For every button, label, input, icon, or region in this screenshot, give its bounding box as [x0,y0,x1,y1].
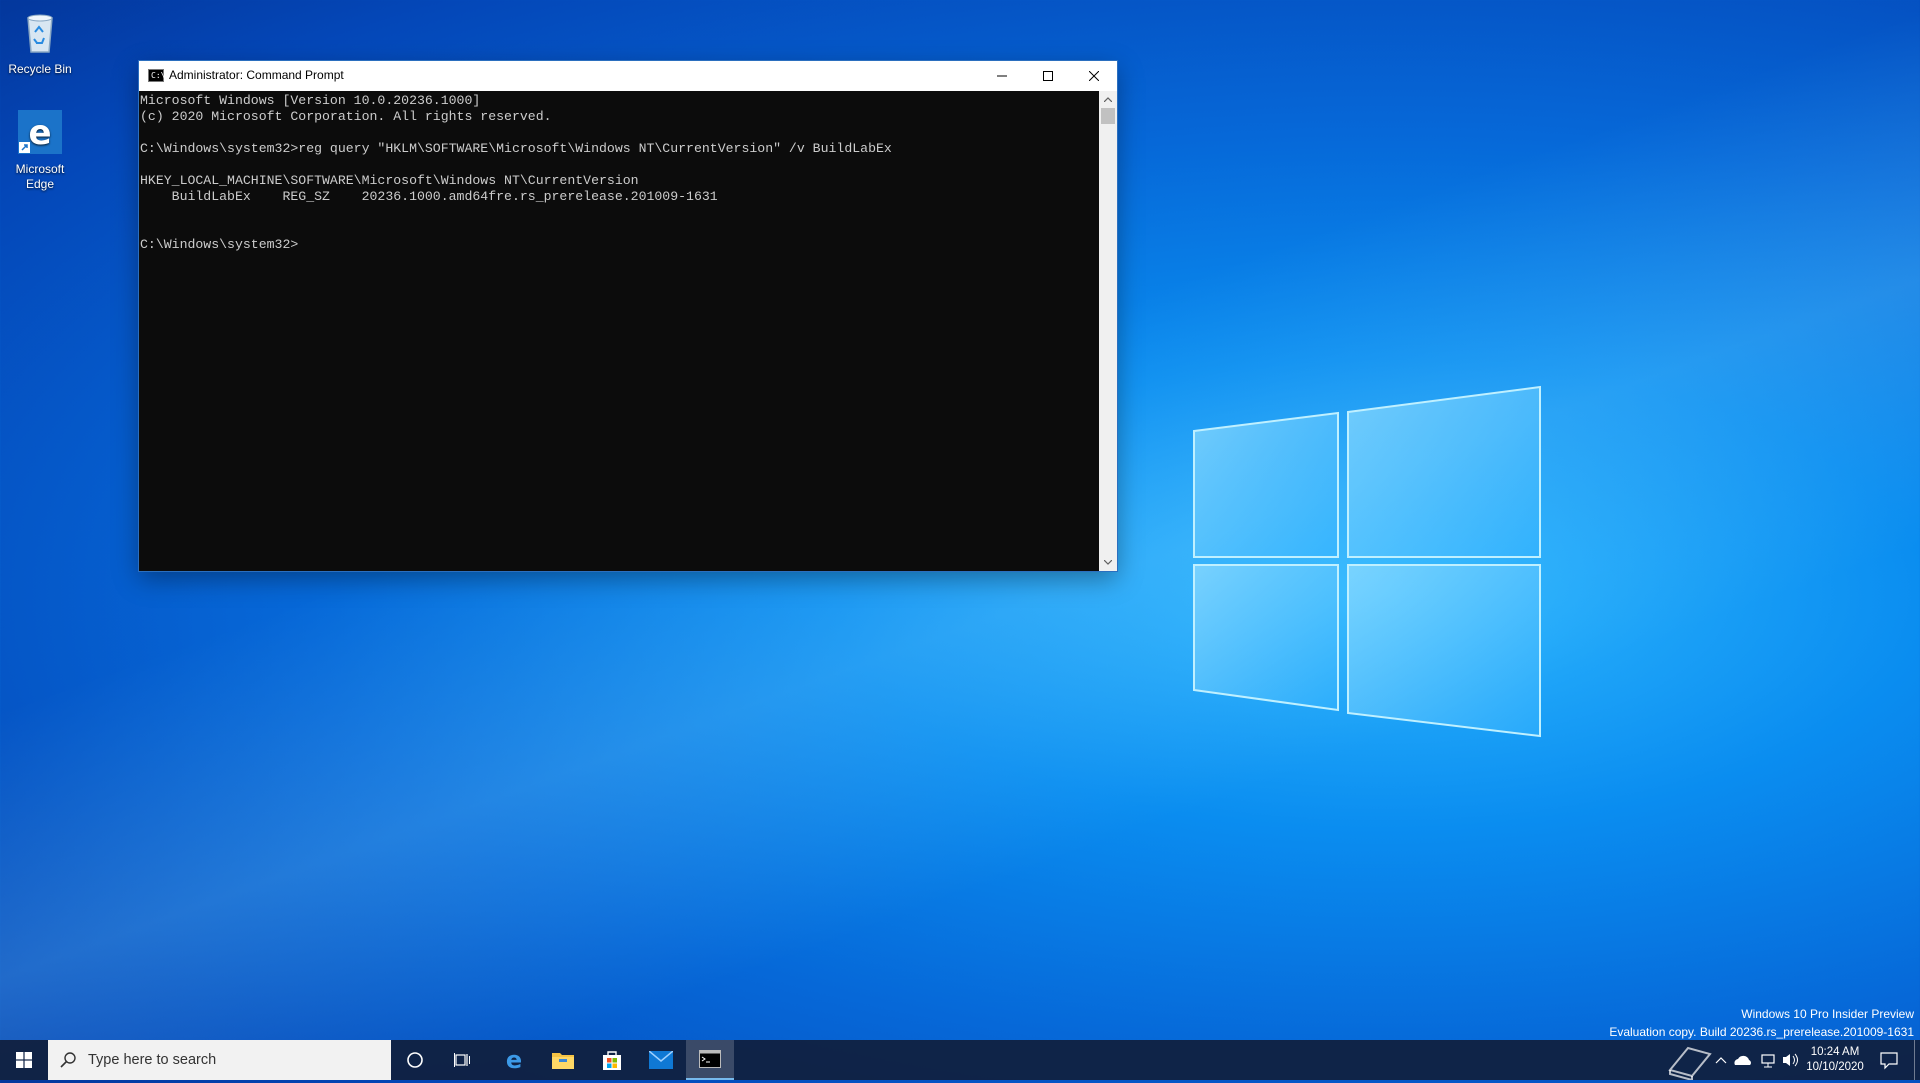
cloud-icon [1734,1055,1751,1065]
taskbar-edge[interactable]: e [490,1040,538,1080]
volume-button[interactable] [1779,1040,1801,1080]
console-line: C:\Windows\system32>reg query "HKLM\SOFT… [140,141,892,156]
taskbar-microsoft-store[interactable] [588,1040,636,1080]
search-placeholder: Type here to search [88,1052,217,1068]
onedrive-button[interactable] [1732,1040,1754,1080]
maximize-button[interactable] [1025,61,1071,91]
close-icon [1089,71,1099,81]
window-title: Administrator: Command Prompt [169,68,344,82]
task-view-icon [454,1053,470,1067]
svg-text:e: e [506,1048,522,1072]
windows-logo-wallpaper [1193,385,1541,738]
cortana-button[interactable] [391,1040,439,1080]
scroll-down-button[interactable] [1099,554,1117,571]
show-desktop-button[interactable] [1914,1040,1920,1080]
desktop-icon-label: Recycle Bin [8,62,72,76]
taskbar-command-prompt[interactable] [686,1040,734,1080]
desktop-icon-label: Microsoft Edge [15,162,65,191]
console-line: BuildLabEx REG_SZ 20236.1000.amd64fre.rs… [140,189,718,204]
cmd-icon [699,1050,721,1068]
store-bag-icon [603,1051,621,1070]
taskbar-mail[interactable] [637,1040,685,1080]
chevron-up-icon [1715,1057,1727,1064]
window-titlebar[interactable]: C:\ Administrator: Command Prompt [139,61,1117,91]
network-button[interactable] [1756,1040,1778,1080]
minimize-icon [997,75,1007,77]
chevron-up-icon [1104,97,1112,102]
desktop-icon-recycle-bin[interactable]: Recycle Bin [0,8,80,77]
svg-text:e: e [28,113,51,153]
chevron-down-icon [1104,560,1112,565]
taskbar-file-explorer[interactable] [539,1040,587,1080]
scrollbar-thumb[interactable] [1101,108,1115,124]
console-line: (c) 2020 Microsoft Corporation. All righ… [140,109,552,124]
taskbar: Type here to search e 10:24 AM 10/10/202… [0,1040,1920,1082]
watermark-edition: Windows 10 Pro Insider Preview [1741,1007,1914,1021]
console-line: C:\Windows\system32> [140,237,299,252]
speaker-icon [1783,1053,1798,1067]
vertical-scrollbar[interactable] [1099,91,1117,571]
network-icon [1761,1054,1775,1068]
command-prompt-window[interactable]: C:\ Administrator: Command Prompt Micros… [139,61,1117,571]
console-line: HKEY_LOCAL_MACHINE\SOFTWARE\Microsoft\Wi… [140,173,639,188]
mail-icon [649,1051,673,1069]
cmd-app-icon[interactable]: C:\ [148,69,165,82]
close-button[interactable] [1071,61,1117,91]
search-icon [60,1052,76,1068]
notification-icon [1880,1052,1898,1070]
windows-start-icon [16,1052,32,1068]
cortana-circle-icon [407,1052,423,1068]
taskbar-clock[interactable]: 10:24 AM 10/10/2020 [1800,1045,1870,1075]
clock-date: 10/10/2020 [1806,1061,1864,1073]
start-button[interactable] [0,1040,48,1080]
scroll-up-button[interactable] [1099,91,1117,108]
action-center-button[interactable] [1874,1040,1904,1080]
edge-icon: e [506,1048,522,1072]
clock-time: 10:24 AM [1810,1046,1860,1058]
console-line: Microsoft Windows [Version 10.0.20236.10… [140,93,481,108]
folder-icon [552,1053,574,1069]
show-hidden-icons-button[interactable] [1712,1040,1730,1080]
show-desktop-divider [1914,1040,1915,1080]
recycle-bin-icon [27,14,53,53]
watermark-build: Evaluation copy. Build 20236.rs_prerelea… [1609,1025,1914,1039]
minimize-button[interactable] [979,61,1025,91]
taskbar-search[interactable]: Type here to search [48,1040,391,1080]
console-output[interactable]: Microsoft Windows [Version 10.0.20236.10… [139,91,1099,571]
task-view-button[interactable] [439,1040,487,1080]
console-text: Microsoft Windows [Version 10.0.20236.10… [139,91,1099,253]
edge-icon: e [18,110,62,154]
maximize-icon [1043,71,1053,81]
evaluation-watermark: Windows 10 Pro Insider Preview Evaluatio… [1609,1005,1914,1041]
desktop-icon-microsoft-edge[interactable]: e Microsoft Edge [0,108,80,192]
